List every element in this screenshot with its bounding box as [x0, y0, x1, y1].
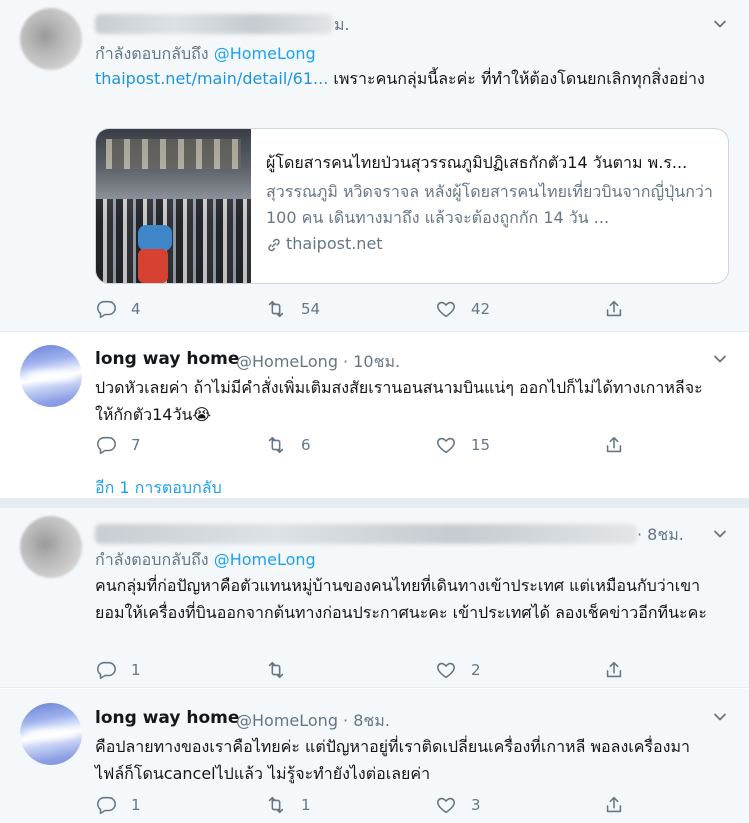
avatar[interactable] — [20, 703, 82, 765]
like-count: 15 — [471, 436, 491, 454]
reply-icon — [96, 436, 116, 455]
replying-to-label: กำลังตอบกลับถึง — [95, 44, 209, 63]
retweet-count: 54 — [301, 300, 321, 318]
like-button[interactable]: 3 — [435, 793, 481, 817]
retweet-count: 6 — [301, 436, 311, 454]
card-title: ผู้โดยสารคนไทยป่วนสุวรรณภูมิปฏิเสธกักตัว… — [266, 153, 688, 172]
tweet-actions: 4 54 42 — [95, 297, 635, 321]
tweet-text-body: เพราะคนกลุ่มนี้ละค่ะ ที่ทำให้ต้องโดนยกเล… — [328, 69, 705, 88]
like-icon — [437, 662, 455, 679]
like-icon — [437, 301, 455, 318]
replying-to: กำลังตอบกลับถึง @HomeLong — [95, 548, 316, 573]
chevron-down-icon[interactable] — [712, 709, 728, 725]
tweet-text: คือปลายทางของเราคือไทยค่ะ แต่ปัญหาอยู่ที… — [95, 737, 690, 783]
share-button[interactable] — [603, 297, 625, 321]
retweet-count: 1 — [301, 796, 311, 814]
blurred-author-name — [95, 14, 333, 34]
reply-button[interactable]: 1 — [95, 658, 141, 682]
like-icon — [437, 797, 455, 814]
replying-to: กำลังตอบกลับถึง @HomeLong — [95, 42, 316, 67]
like-button[interactable]: 2 — [435, 658, 481, 682]
article-link[interactable]: thaipost.net/main/detail/61... — [95, 69, 328, 88]
tweet-1[interactable]: ม. กำลังตอบกลับถึง @HomeLong thaipost.ne… — [0, 0, 749, 332]
chevron-down-icon[interactable] — [712, 526, 728, 542]
tweet-2[interactable]: long way home @HomeLong · 10ชม. ปวดหัวเล… — [0, 333, 749, 508]
reply-icon — [96, 661, 116, 680]
tweet-text: ปวดหัวเลยค่า ถ้าไม่มีคำสั่งเพิ่มเติมสงสั… — [95, 378, 703, 424]
mention-link[interactable]: @HomeLong — [214, 550, 316, 569]
tweet-actions: 7 6 15 — [95, 433, 635, 457]
reply-count: 1 — [131, 796, 141, 814]
share-button[interactable] — [603, 433, 625, 457]
card-domain: thaipost.net — [286, 234, 383, 253]
card-domain-row: thaipost.net — [266, 234, 383, 253]
like-button[interactable]: 42 — [435, 297, 490, 321]
reply-count: 1 — [131, 661, 141, 679]
chevron-down-icon[interactable] — [712, 16, 728, 32]
retweet-icon — [268, 796, 284, 814]
chevron-down-icon[interactable] — [712, 351, 728, 367]
like-icon — [437, 437, 455, 454]
like-count: 2 — [471, 661, 481, 679]
tweet-4[interactable]: long way home @HomeLong · 8ชม. คือปลายทา… — [0, 689, 749, 823]
retweet-button[interactable]: 54 — [265, 297, 320, 321]
mention-link[interactable]: @HomeLong — [214, 44, 316, 63]
share-button[interactable] — [603, 793, 625, 817]
replying-to-label: กำลังตอบกลับถึง — [95, 550, 209, 569]
retweet-button[interactable] — [265, 658, 301, 682]
reply-button[interactable]: 1 — [95, 793, 141, 817]
avatar[interactable] — [20, 345, 82, 407]
reply-button[interactable]: 7 — [95, 433, 141, 457]
card-thumbnail — [96, 129, 251, 283]
reply-count: 4 — [131, 300, 141, 318]
tweet-time[interactable]: · 8ชม. — [637, 523, 684, 548]
tweet-actions: 1 1 3 — [95, 793, 635, 817]
author-handle-time[interactable]: @HomeLong · 10ชม. — [236, 350, 400, 375]
retweet-button[interactable]: 6 — [265, 433, 311, 457]
tweet-text: คนกลุ่มที่ก่อปัญหาคือตัวแทนหมู่บ้านของคน… — [95, 576, 707, 622]
like-button[interactable]: 15 — [435, 433, 490, 457]
blurred-author-name — [95, 524, 637, 544]
share-button[interactable] — [603, 658, 625, 682]
more-replies-link[interactable]: อีก 1 การตอบกลับ — [95, 476, 222, 501]
reply-count: 7 — [131, 436, 141, 454]
share-icon — [606, 661, 622, 678]
retweet-icon — [268, 300, 284, 318]
reply-icon — [96, 300, 116, 319]
author-name[interactable]: long way home — [95, 708, 239, 728]
author-name[interactable]: long way home — [95, 349, 239, 369]
tweet-text: thaipost.net/main/detail/61... เพราะคนกล… — [95, 65, 735, 92]
share-icon — [606, 436, 622, 453]
retweet-icon — [268, 436, 284, 454]
like-count: 3 — [471, 796, 481, 814]
share-icon — [606, 300, 622, 317]
reply-button[interactable]: 4 — [95, 297, 141, 321]
card-description: สุวรรณภูมิ หวิดจราจล หลังผู้โดยสารคนไทยเ… — [266, 182, 713, 227]
reply-icon — [96, 796, 116, 815]
avatar[interactable] — [20, 8, 82, 70]
tweet-3[interactable]: · 8ชม. กำลังตอบกลับถึง @HomeLong คนกลุ่ม… — [0, 508, 749, 688]
avatar[interactable] — [20, 516, 82, 578]
retweet-button[interactable]: 1 — [265, 793, 311, 817]
share-icon — [606, 796, 622, 813]
tweet-time[interactable]: ม. — [334, 13, 350, 38]
author-handle-time[interactable]: @HomeLong · 8ชม. — [236, 709, 390, 734]
tweet-actions: 1 2 — [95, 658, 635, 682]
like-count: 42 — [471, 300, 491, 318]
link-card[interactable]: ผู้โดยสารคนไทยป่วนสุวรรณภูมิปฏิเสธกักตัว… — [95, 128, 729, 284]
retweet-icon — [268, 661, 284, 679]
link-icon — [268, 238, 280, 251]
